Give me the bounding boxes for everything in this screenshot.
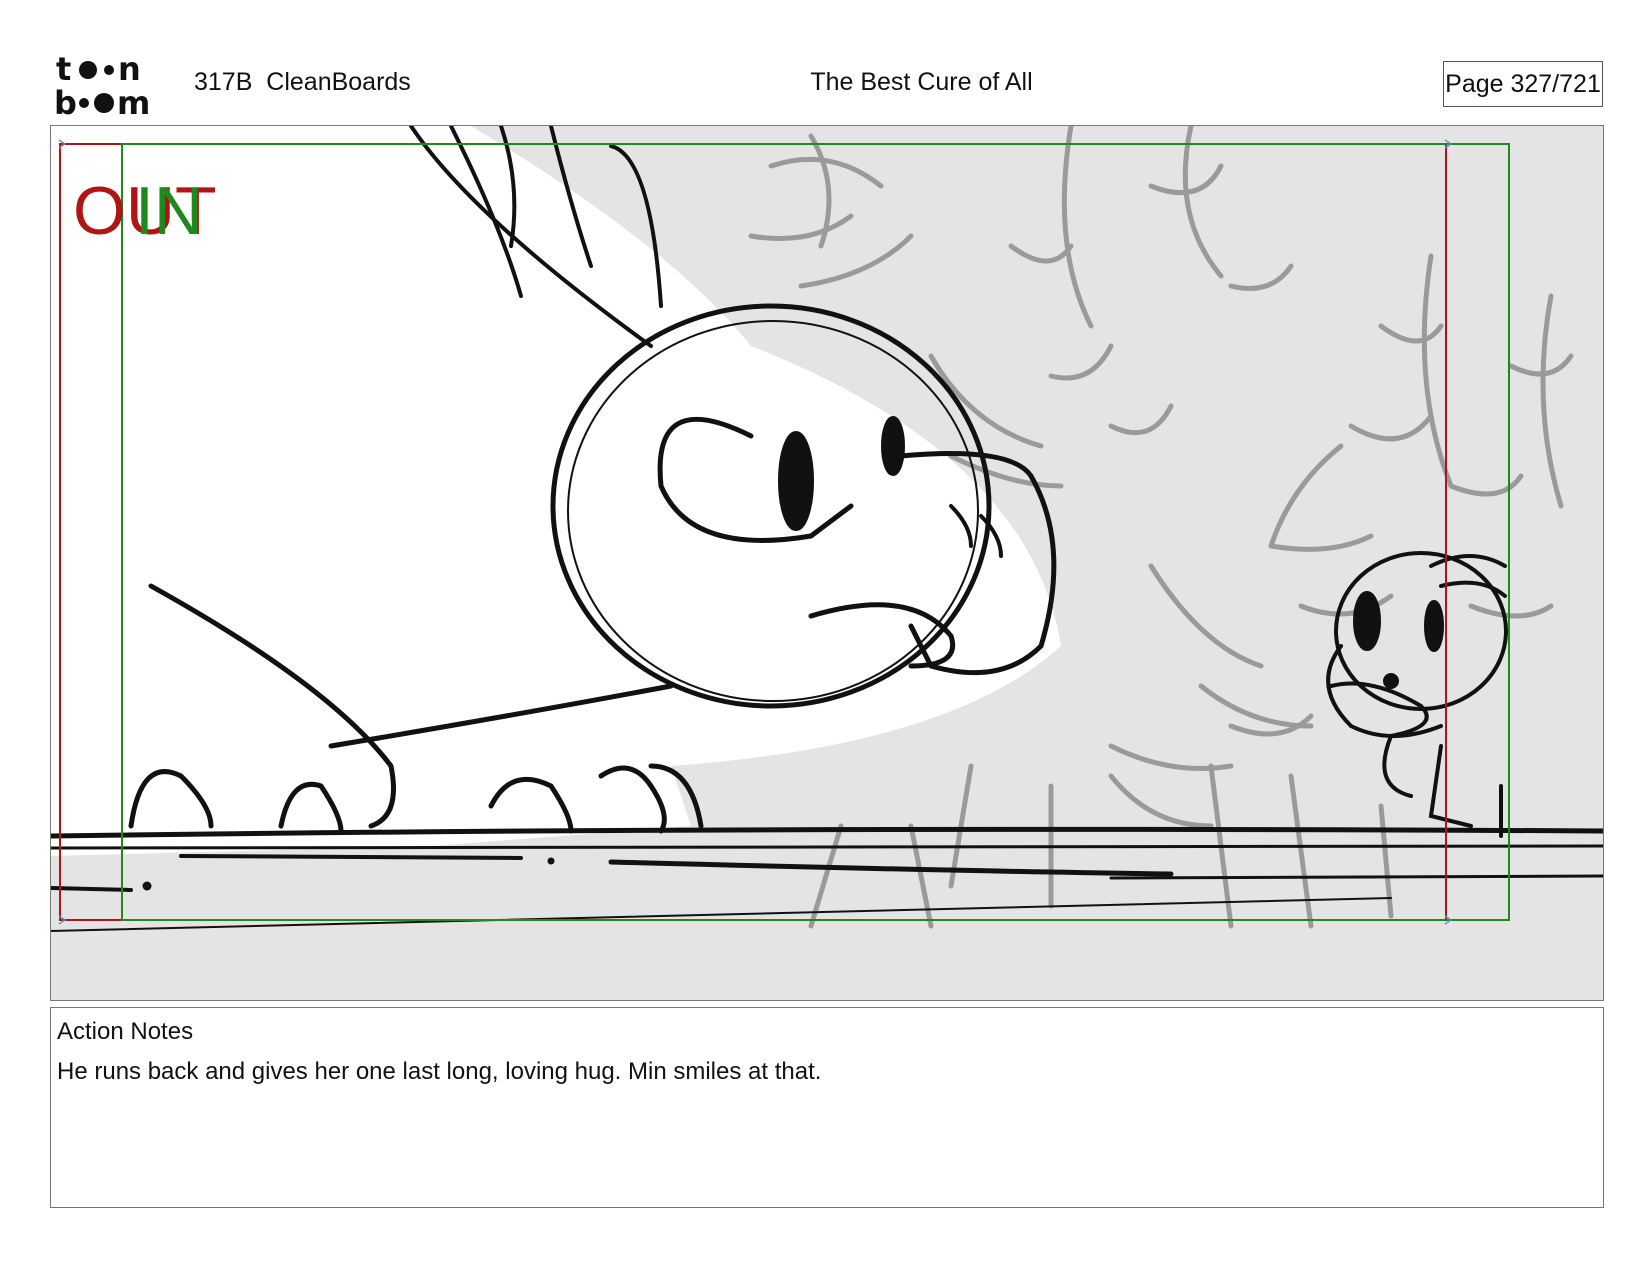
transition-in-label: IN bbox=[135, 173, 203, 249]
storyboard-panel: OUT IN bbox=[50, 125, 1604, 1001]
page-number: Page 327/721 bbox=[1443, 61, 1603, 107]
action-notes-heading: Action Notes bbox=[57, 1018, 194, 1045]
panel-drawing: OUT IN bbox=[51, 126, 1603, 1000]
action-notes-box: Action Notes He runs back and gives her … bbox=[50, 1007, 1604, 1208]
page-header: t n b m 317B CleanBoards The Best Cure o… bbox=[0, 0, 1650, 120]
storyboard-title: The Best Cure of All bbox=[810, 68, 1033, 96]
action-notes-text: He runs back and gives her one last long… bbox=[57, 1058, 822, 1085]
